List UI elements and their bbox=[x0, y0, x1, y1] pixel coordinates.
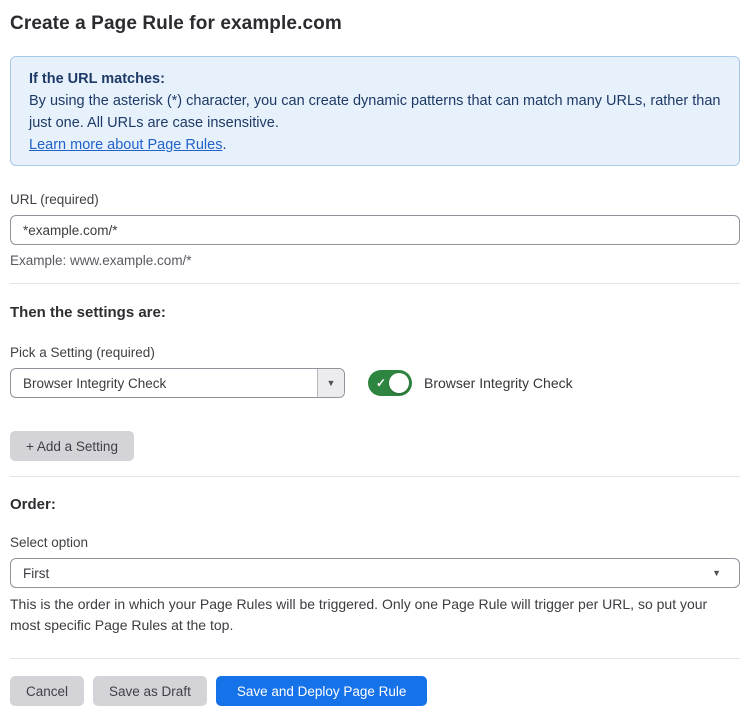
divider bbox=[10, 476, 740, 477]
setting-row: Browser Integrity Check ▼ ✓ Browser Inte… bbox=[10, 368, 740, 398]
save-draft-button[interactable]: Save as Draft bbox=[93, 676, 207, 706]
url-example-helper: Example: www.example.com/* bbox=[10, 253, 740, 268]
divider bbox=[10, 658, 740, 659]
order-helper-text: This is the order in which your Page Rul… bbox=[10, 594, 730, 636]
footer-buttons: Cancel Save as Draft Save and Deploy Pag… bbox=[10, 676, 740, 706]
order-section-heading: Order: bbox=[10, 496, 740, 513]
setting-select-value: Browser Integrity Check bbox=[11, 369, 317, 397]
chevron-down-icon: ▼ bbox=[712, 568, 727, 578]
toggle-knob bbox=[389, 373, 409, 393]
chevron-down-icon[interactable]: ▼ bbox=[317, 369, 344, 397]
order-select-label: Select option bbox=[10, 535, 740, 550]
browser-integrity-toggle[interactable]: ✓ bbox=[368, 370, 412, 396]
toggle-label: Browser Integrity Check bbox=[424, 375, 573, 391]
save-deploy-button[interactable]: Save and Deploy Page Rule bbox=[216, 676, 428, 706]
settings-section-heading: Then the settings are: bbox=[10, 304, 740, 321]
order-select-value: First bbox=[23, 566, 49, 581]
page-rule-form: Create a Page Rule for example.com If th… bbox=[0, 13, 750, 706]
url-input[interactable] bbox=[10, 215, 740, 245]
check-icon: ✓ bbox=[376, 377, 386, 389]
page-title: Create a Page Rule for example.com bbox=[10, 13, 740, 35]
pick-setting-label: Pick a Setting (required) bbox=[10, 345, 740, 360]
url-field-label: URL (required) bbox=[10, 192, 740, 207]
divider bbox=[10, 283, 740, 284]
url-match-info-box: If the URL matches: By using the asteris… bbox=[10, 56, 740, 166]
learn-more-link[interactable]: Learn more about Page Rules bbox=[29, 137, 222, 153]
link-suffix: . bbox=[222, 137, 226, 153]
add-setting-button[interactable]: + Add a Setting bbox=[10, 431, 134, 461]
info-box-heading: If the URL matches: bbox=[29, 68, 721, 90]
cancel-button[interactable]: Cancel bbox=[10, 676, 84, 706]
info-box-body: By using the asterisk (*) character, you… bbox=[29, 90, 721, 134]
order-select[interactable]: First ▼ bbox=[10, 558, 740, 588]
setting-select[interactable]: Browser Integrity Check ▼ bbox=[10, 368, 345, 398]
info-box-link-line: Learn more about Page Rules. bbox=[29, 134, 721, 156]
